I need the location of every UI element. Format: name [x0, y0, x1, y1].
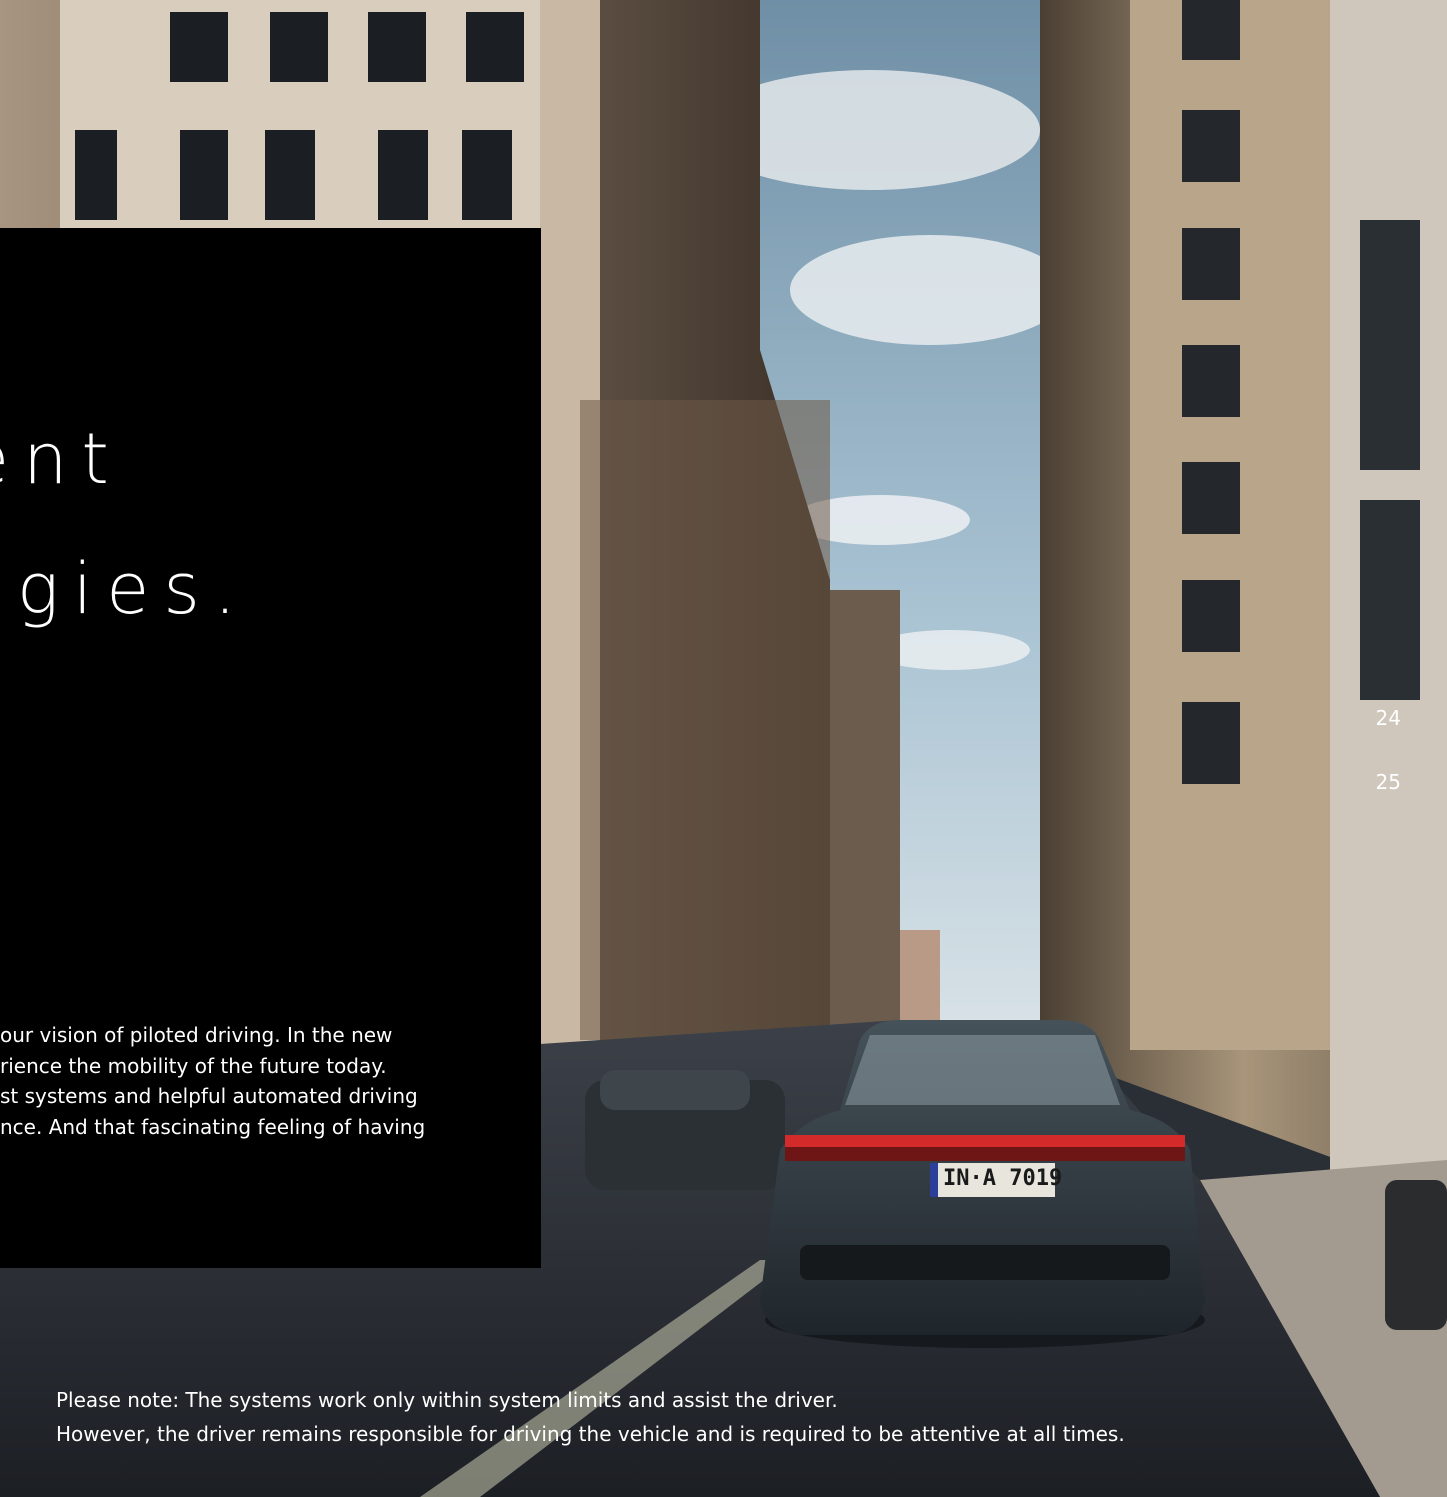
body-line: st systems and helpful automated driving [0, 1084, 418, 1109]
body-line: nce. And that fascinating feeling of hav… [0, 1114, 426, 1139]
body-line: our vision of piloted driving. In the ne… [0, 1023, 393, 1047]
headline-line-1: ent [0, 418, 123, 500]
page-number-24: 24 [1375, 706, 1401, 730]
body-copy: our vision of piloted driving. In the ne… [0, 1020, 541, 1142]
headline-line-2: ogies. [0, 548, 251, 630]
body-line: rience the mobility of the future today. [0, 1053, 387, 1078]
headline-panel: ent ogies. our vision of piloted driving… [0, 228, 541, 1268]
page-number-25: 25 [1375, 770, 1401, 794]
disclaimer-line-1: Please note: The systems work only withi… [56, 1388, 838, 1412]
disclaimer-line-2: However, the driver remains responsible … [56, 1422, 1125, 1446]
license-plate-text: IN·A 7019 [943, 1166, 1063, 1191]
disclaimer-note: Please note: The systems work only withi… [56, 1383, 1125, 1451]
